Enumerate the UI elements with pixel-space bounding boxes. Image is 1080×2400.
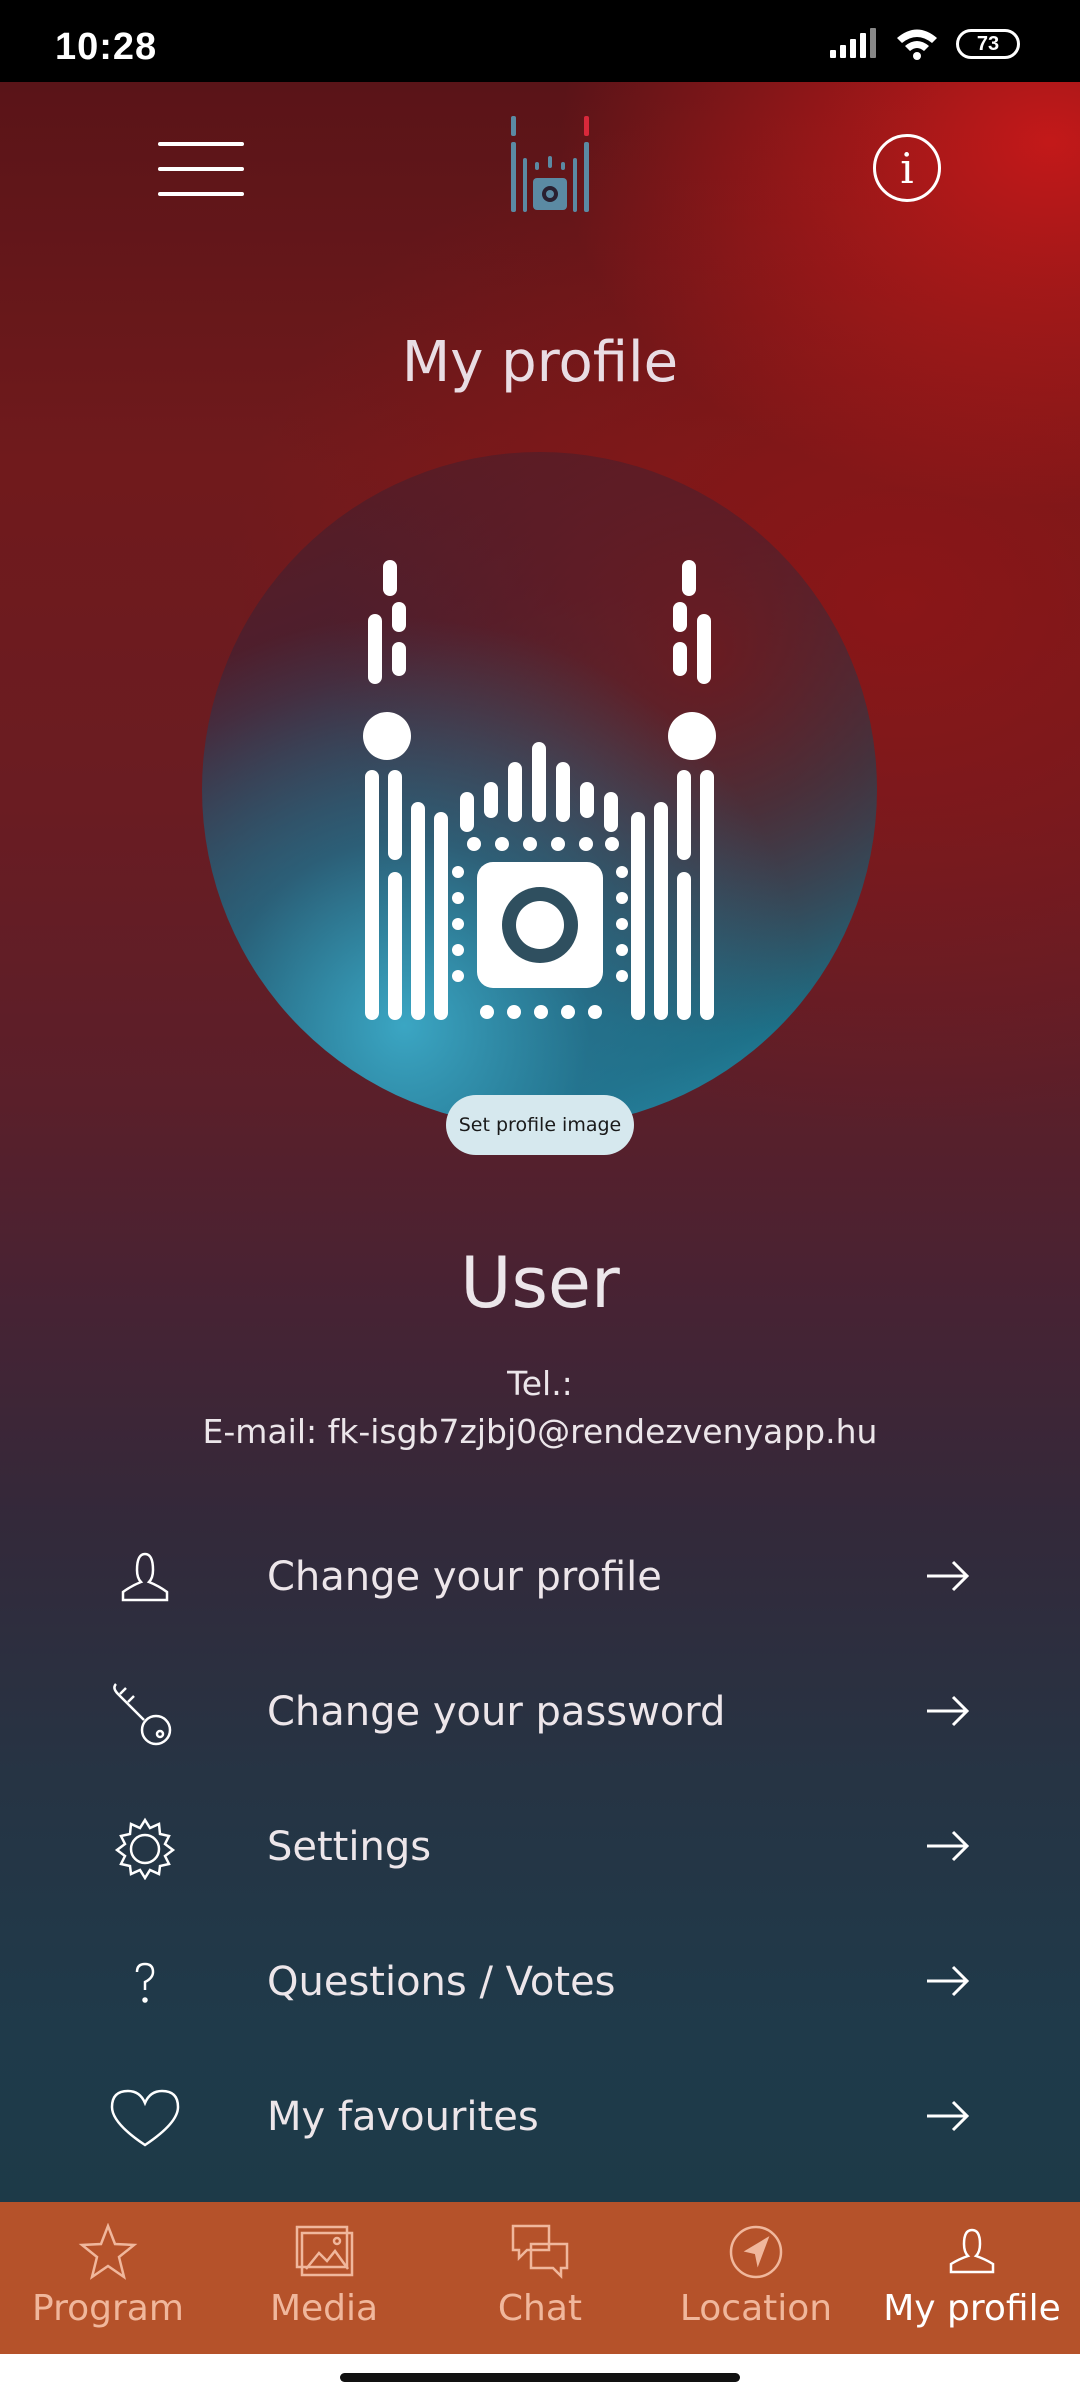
- menu-line: [158, 167, 244, 171]
- contact-info: Tel.: E-mail: fk-isgb7zjbj0@rendezvenyap…: [0, 1360, 1080, 1456]
- person-icon: [922, 2220, 1022, 2284]
- hamburger-menu-button[interactable]: [158, 142, 244, 196]
- gear-icon: [95, 1808, 195, 1888]
- question-icon: [95, 1943, 195, 2023]
- page-title: My profile: [401, 330, 679, 395]
- nav-label: Chat: [497, 2288, 583, 2329]
- nav-label: Media: [269, 2288, 379, 2329]
- menu-item-change-password[interactable]: Change your password: [0, 1655, 1080, 1765]
- heart-icon: [95, 2078, 195, 2158]
- user-name: User: [460, 1242, 620, 1324]
- menu-item-label: My favourites: [267, 2094, 539, 2140]
- menu-line: [158, 192, 244, 196]
- wifi-icon: [897, 29, 937, 60]
- arrow-right-icon: [927, 2100, 970, 2132]
- status-bar: 10:28 73: [0, 0, 1080, 82]
- menu-line: [158, 142, 244, 146]
- menu-item-change-profile[interactable]: Change your profile: [0, 1520, 1080, 1630]
- bottom-navigation: Program Media Chat Location My profile: [0, 2202, 1080, 2354]
- navigation-icon: [706, 2220, 806, 2284]
- profile-image-area: [202, 452, 877, 1127]
- profile-screen: i My profile Set profile image User Tel.…: [0, 82, 1080, 2202]
- profile-avatar[interactable]: [202, 452, 877, 1127]
- arrow-right-icon: [927, 1695, 970, 1727]
- battery-indicator: 73: [956, 29, 1020, 59]
- info-button[interactable]: i: [873, 134, 941, 202]
- nav-label: My profile: [883, 2288, 1061, 2329]
- status-icons: 73: [828, 24, 1020, 64]
- nav-my-profile[interactable]: My profile: [864, 2202, 1080, 2354]
- home-indicator[interactable]: [340, 2373, 740, 2382]
- signal-icon: [830, 28, 876, 58]
- menu-item-label: Settings: [267, 1824, 432, 1870]
- arrow-right-icon: [927, 1560, 970, 1592]
- images-icon: [274, 2220, 374, 2284]
- menu-item-settings[interactable]: Settings: [0, 1790, 1080, 1900]
- nav-label: Program: [32, 2288, 184, 2329]
- gesture-bar: [0, 2354, 1080, 2400]
- top-bar: i: [0, 82, 1080, 252]
- chat-icon: [490, 2220, 590, 2284]
- app-logo-icon: [511, 116, 589, 212]
- menu-item-label: Change your password: [267, 1689, 726, 1735]
- set-profile-image-button[interactable]: Set profile image: [446, 1095, 634, 1155]
- status-time: 10:28: [55, 26, 158, 68]
- menu-item-my-favourites[interactable]: My favourites: [0, 2060, 1080, 2170]
- nav-location[interactable]: Location: [648, 2202, 864, 2354]
- arrow-right-icon: [927, 1965, 970, 1997]
- info-icon: i: [900, 143, 914, 193]
- nav-chat[interactable]: Chat: [432, 2202, 648, 2354]
- star-icon: [58, 2220, 158, 2284]
- menu-item-label: Questions / Votes: [267, 1959, 616, 2005]
- nav-media[interactable]: Media: [216, 2202, 432, 2354]
- key-icon: [95, 1673, 195, 1753]
- menu-item-label: Change your profile: [267, 1554, 662, 1600]
- person-icon: [95, 1538, 195, 1618]
- nav-program[interactable]: Program: [0, 2202, 216, 2354]
- menu-item-questions-votes[interactable]: Questions / Votes: [0, 1925, 1080, 2035]
- email-line: E-mail: fk-isgb7zjbj0@rendezvenyapp.hu: [202, 1412, 878, 1451]
- app-logo-avatar-icon: [363, 560, 716, 1020]
- arrow-right-icon: [927, 1830, 970, 1862]
- nav-label: Location: [679, 2288, 833, 2329]
- battery-level: 73: [976, 32, 1000, 55]
- phone-line: Tel.:: [507, 1364, 573, 1403]
